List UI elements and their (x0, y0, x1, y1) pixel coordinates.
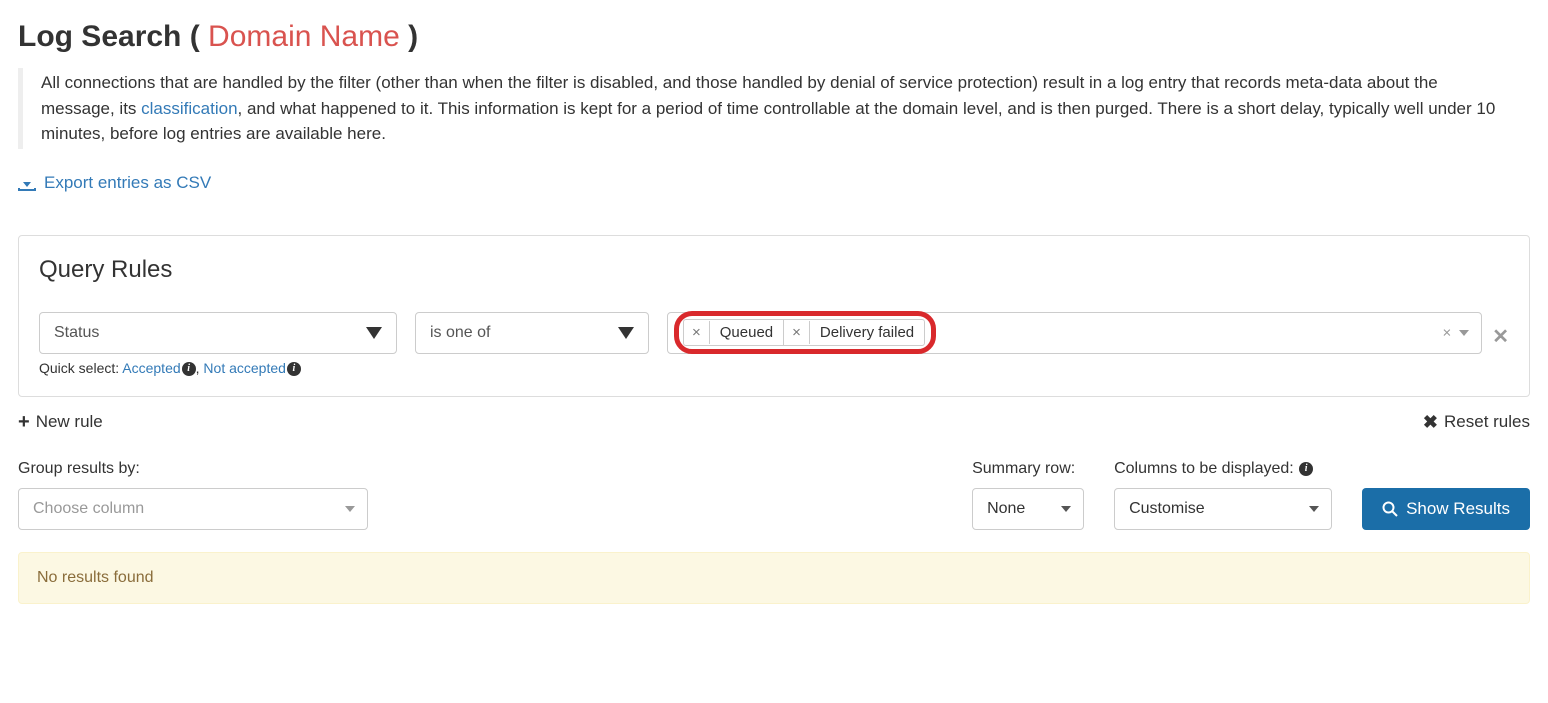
download-icon (18, 175, 36, 191)
tag-queued: × Queued (683, 319, 784, 346)
quick-accepted-link[interactable]: Accepted (122, 360, 180, 376)
chevron-down-icon (618, 327, 634, 339)
columns-select[interactable]: Customise (1114, 488, 1332, 530)
export-csv-label: Export entries as CSV (44, 173, 211, 193)
show-results-wrap: Show Results (1362, 460, 1530, 530)
reset-rules-label: Reset rules (1444, 412, 1530, 432)
quick-not-accepted-link[interactable]: Not accepted (203, 360, 286, 376)
columns-value: Customise (1129, 500, 1205, 518)
controls-row: Group results by: Choose column Summary … (18, 460, 1530, 530)
chevron-down-icon (1061, 506, 1071, 512)
highlighted-tags: × Queued × Delivery failed (674, 311, 936, 354)
chevron-down-icon (366, 327, 382, 339)
tag-label: Queued (710, 320, 783, 345)
quick-select: Quick select: Acceptedi, Not acceptedi (39, 360, 397, 376)
reset-rules-button[interactable]: ✖ Reset rules (1423, 411, 1530, 434)
query-rules-heading: Query Rules (39, 256, 1509, 284)
close-icon: ✖ (1423, 412, 1438, 433)
info-icon[interactable]: i (287, 362, 301, 376)
summary-row-label: Summary row: (972, 460, 1084, 478)
clear-all-icon[interactable]: × (1442, 324, 1451, 341)
no-results-text: No results found (37, 569, 154, 586)
info-icon[interactable]: i (182, 362, 196, 376)
info-icon[interactable]: i (1299, 462, 1313, 476)
summary-row-select[interactable]: None (972, 488, 1084, 530)
show-results-label: Show Results (1406, 499, 1510, 519)
show-results-button[interactable]: Show Results (1362, 488, 1530, 530)
columns-control: Columns to be displayed: i Customise (1114, 460, 1332, 530)
group-by-select[interactable]: Choose column (18, 488, 368, 530)
operator-select[interactable]: is one of (415, 312, 649, 354)
columns-label-text: Columns to be displayed: (1114, 460, 1294, 477)
group-by-placeholder: Choose column (33, 500, 144, 518)
page-title: Log Search ( Domain Name ) (18, 20, 1530, 54)
tag-delivery-failed: × Delivery failed (783, 319, 925, 346)
page-title-prefix: Log Search (18, 20, 181, 53)
no-results-alert: No results found (18, 552, 1530, 604)
new-rule-label: New rule (36, 412, 103, 432)
query-rules-panel: Query Rules Status Quick select: Accepte… (18, 235, 1530, 397)
domain-name: Domain Name (208, 20, 400, 53)
new-rule-button[interactable]: + New rule (18, 411, 103, 434)
summary-row-value: None (987, 500, 1025, 518)
rule-actions: + New rule ✖ Reset rules (18, 411, 1530, 434)
intro-part2: , and what happened to it. This informat… (41, 99, 1495, 144)
group-by-label: Group results by: (18, 460, 368, 478)
chevron-down-icon (1309, 506, 1319, 512)
columns-label: Columns to be displayed: i (1114, 460, 1332, 478)
remove-tag-icon[interactable]: × (684, 321, 710, 344)
quick-select-prefix: Quick select: (39, 360, 122, 376)
remove-rule-icon[interactable]: ✕ (1492, 316, 1509, 349)
tag-label: Delivery failed (810, 320, 924, 345)
rule-row: Status Quick select: Acceptedi, Not acce… (39, 312, 1509, 376)
value-multiselect[interactable]: × Queued × Delivery failed × (667, 312, 1482, 354)
summary-row-control: Summary row: None (972, 460, 1084, 530)
chevron-down-icon (1459, 330, 1469, 336)
classification-link[interactable]: classification (141, 99, 237, 118)
remove-tag-icon[interactable]: × (784, 321, 810, 344)
search-icon (1382, 501, 1398, 517)
plus-icon: + (18, 411, 30, 434)
intro-text: All connections that are handled by the … (18, 68, 1530, 149)
operator-select-value: is one of (430, 324, 490, 342)
field-select[interactable]: Status (39, 312, 397, 354)
group-by-control: Group results by: Choose column (18, 460, 368, 530)
export-csv-link[interactable]: Export entries as CSV (18, 173, 211, 193)
chevron-down-icon (345, 506, 355, 512)
field-select-value: Status (54, 324, 99, 342)
